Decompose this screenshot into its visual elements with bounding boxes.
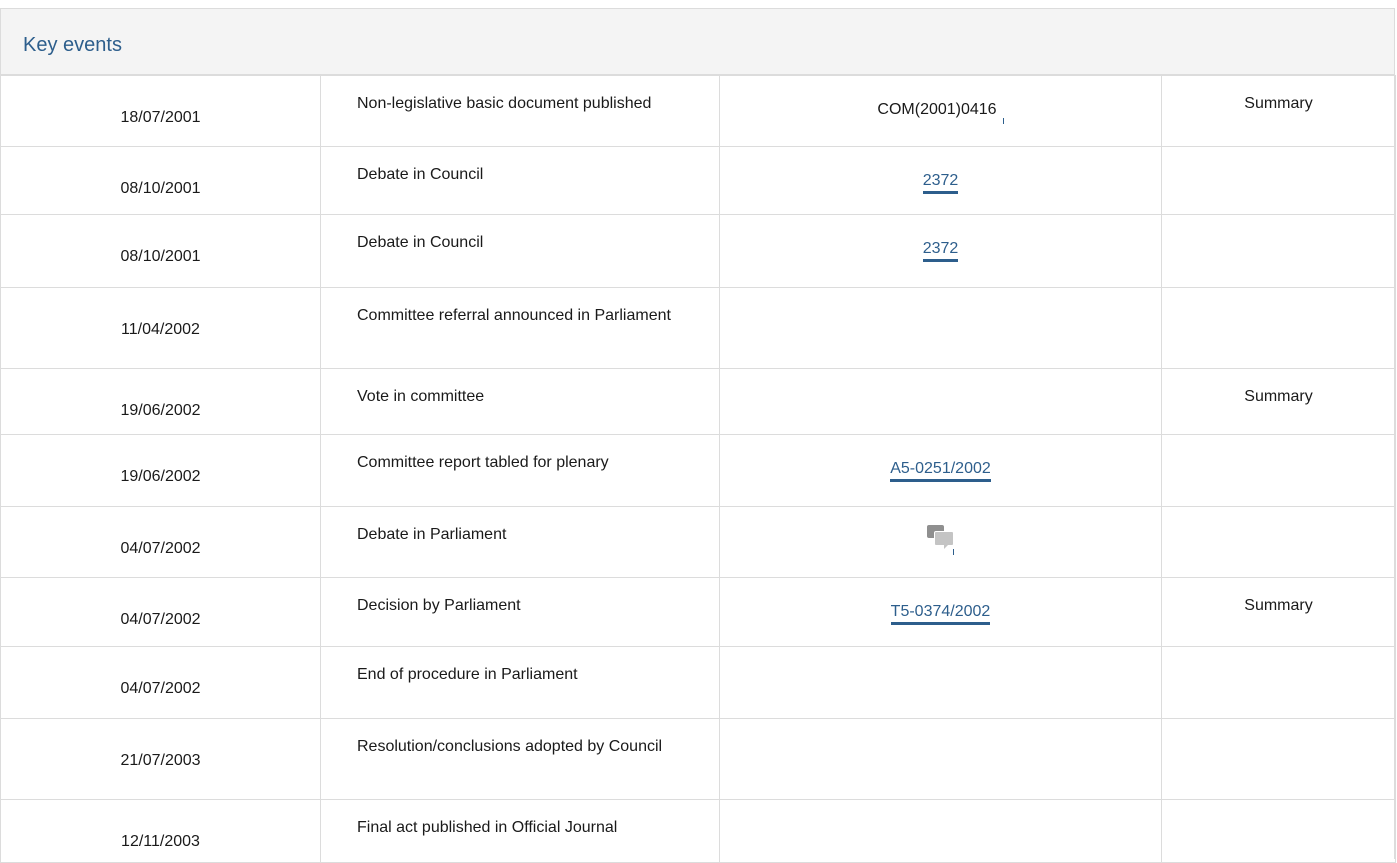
event-name: End of procedure in Parliament — [320, 646, 720, 719]
event-summary: Summary — [1161, 577, 1396, 647]
event-summary: Summary — [1161, 368, 1396, 435]
event-date: 19/06/2002 — [0, 368, 321, 435]
event-date: 21/07/2003 — [0, 718, 321, 800]
event-date: 11/04/2002 — [0, 287, 321, 369]
key-events-table: 18/07/2001 Non-legislative basic documen… — [0, 75, 1396, 863]
document-reference: COM(2001)0416 — [877, 101, 997, 118]
event-document — [719, 718, 1162, 800]
event-name: Committee referral announced in Parliame… — [320, 287, 720, 369]
event-name: Resolution/conclusions adopted by Counci… — [320, 718, 720, 800]
table-row: 08/10/2001 Debate in Council 2372 — [0, 146, 1396, 215]
event-document — [719, 287, 1162, 369]
table-row: 19/06/2002 Committee report tabled for p… — [0, 434, 1396, 507]
document-link[interactable]: A5-0251/2002 — [890, 460, 991, 482]
event-date: 12/11/2003 — [0, 799, 321, 863]
event-document — [719, 506, 1162, 578]
table-row: 12/11/2003 Final act published in Offici… — [0, 799, 1396, 863]
key-events-panel: Key events 18/07/2001 Non-legislative ba… — [0, 8, 1396, 863]
event-summary — [1161, 646, 1396, 719]
event-name: Committee report tabled for plenary — [320, 434, 720, 507]
event-summary — [1161, 799, 1396, 863]
event-summary — [1161, 146, 1396, 215]
event-document: COM(2001)0416 — [719, 75, 1162, 147]
event-name: Debate in Parliament — [320, 506, 720, 578]
event-summary — [1161, 718, 1396, 800]
table-row: 18/07/2001 Non-legislative basic documen… — [0, 75, 1396, 147]
event-summary — [1161, 214, 1396, 288]
panel-title: Key events — [23, 34, 122, 56]
document-link[interactable]: 2372 — [922, 240, 959, 262]
table-row: 11/04/2002 Committee referral announced … — [0, 287, 1396, 369]
event-summary: Summary — [1161, 75, 1396, 147]
event-document: A5-0251/2002 — [719, 434, 1162, 507]
event-date: 08/10/2001 — [0, 146, 321, 215]
event-name: Final act published in Official Journal — [320, 799, 720, 863]
table-row: 04/07/2002 Debate in Parliament — [0, 506, 1396, 578]
event-name: Non-legislative basic document published — [320, 75, 720, 147]
table-row: 08/10/2001 Debate in Council 2372 — [0, 214, 1396, 288]
event-date: 04/07/2002 — [0, 577, 321, 647]
event-document: 2372 — [719, 146, 1162, 215]
event-document: 2372 — [719, 214, 1162, 288]
event-document — [719, 368, 1162, 435]
event-summary — [1161, 434, 1396, 507]
event-date: 04/07/2002 — [0, 506, 321, 578]
debate-speech-bubbles-icon[interactable] — [926, 525, 955, 555]
panel-header: Key events — [1, 9, 1394, 75]
event-document — [719, 799, 1162, 863]
document-link[interactable]: T5-0374/2002 — [890, 603, 991, 625]
table-row: 04/07/2002 Decision by Parliament T5-037… — [0, 577, 1396, 647]
event-name: Vote in committee — [320, 368, 720, 435]
link-marker — [1002, 118, 1004, 124]
event-document: T5-0374/2002 — [719, 577, 1162, 647]
event-summary — [1161, 506, 1396, 578]
event-date: 18/07/2001 — [0, 75, 321, 147]
event-date: 08/10/2001 — [0, 214, 321, 288]
event-date: 19/06/2002 — [0, 434, 321, 507]
table-row: 21/07/2003 Resolution/conclusions adopte… — [0, 718, 1396, 800]
event-name: Debate in Council — [320, 146, 720, 215]
event-date: 04/07/2002 — [0, 646, 321, 719]
document-link[interactable]: 2372 — [922, 172, 959, 194]
table-row: 04/07/2002 End of procedure in Parliamen… — [0, 646, 1396, 719]
event-name: Debate in Council — [320, 214, 720, 288]
event-summary — [1161, 287, 1396, 369]
table-row: 19/06/2002 Vote in committee Summary — [0, 368, 1396, 435]
event-document — [719, 646, 1162, 719]
event-name: Decision by Parliament — [320, 577, 720, 647]
